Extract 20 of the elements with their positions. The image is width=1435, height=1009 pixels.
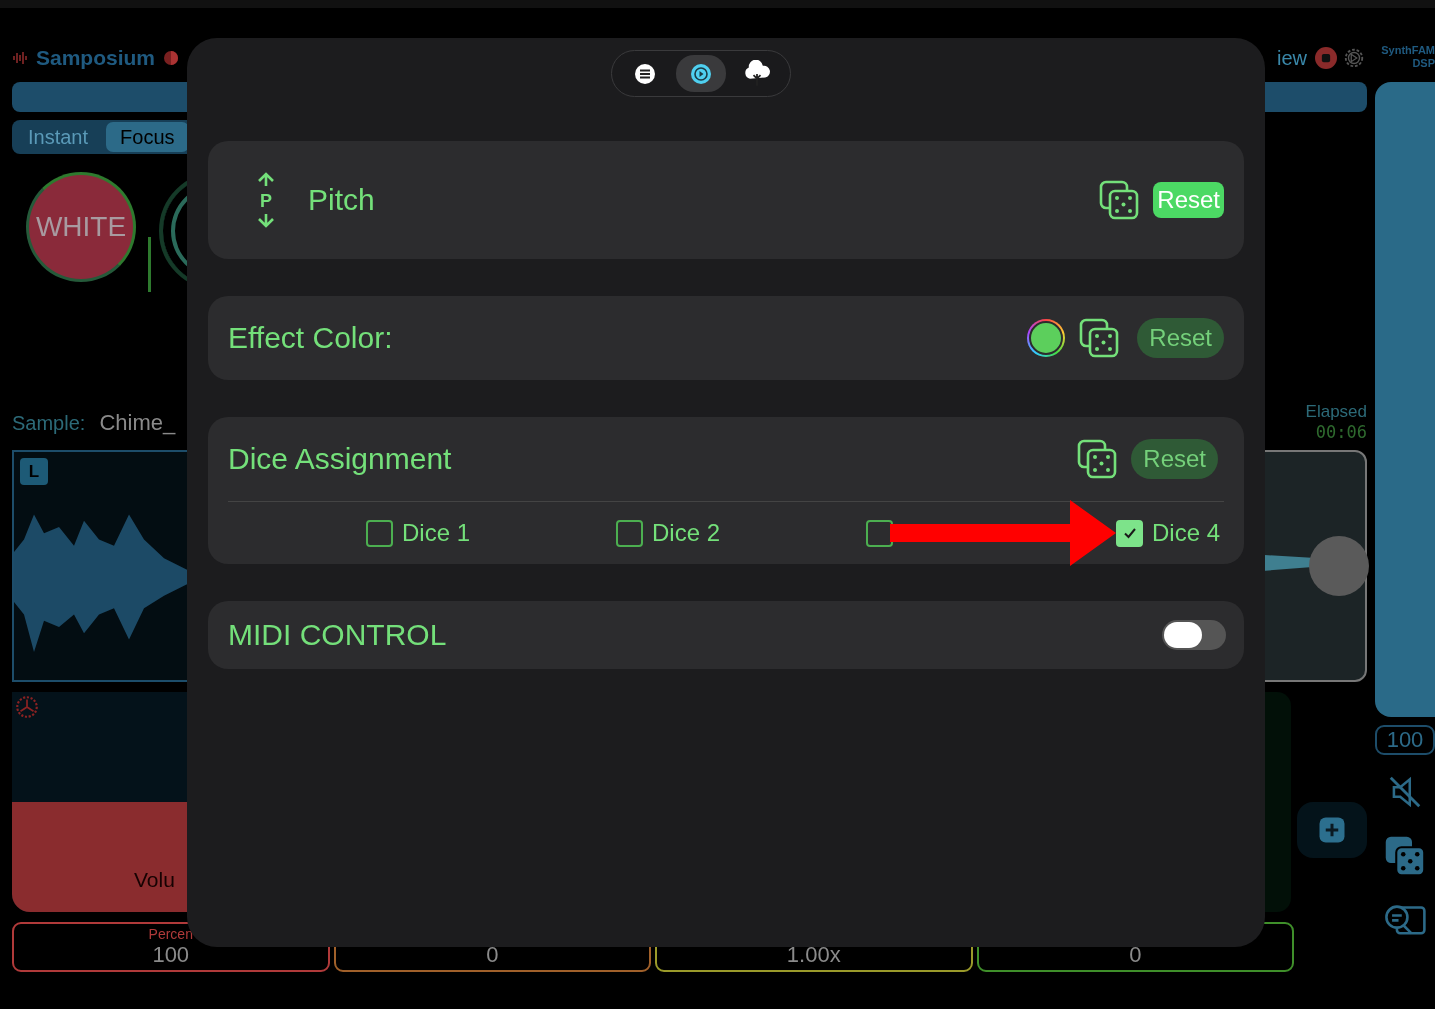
field-value: 0 xyxy=(1129,942,1142,968)
app-title: Samposium xyxy=(36,46,156,70)
midi-control-label: MIDI CONTROL xyxy=(228,618,447,652)
brand-text: DSP xyxy=(1412,57,1435,70)
checkbox-label: Dice 1 xyxy=(402,519,471,547)
sample-name: Chime_ xyxy=(99,410,176,436)
field-value: 0 xyxy=(486,942,499,968)
elapsed-label: Elapsed xyxy=(1305,402,1367,422)
brand-text: SynthFAM xyxy=(1381,44,1435,57)
effect-color-label: Effect Color: xyxy=(228,321,393,355)
sample-label: Sample: xyxy=(12,412,86,435)
checkbox-label: Dice 4 xyxy=(1152,519,1221,547)
checkbox-label: Dice 2 xyxy=(652,519,721,547)
elapsed-time: 00:06 xyxy=(1315,422,1367,442)
field-value: 1.00x xyxy=(786,942,841,968)
field-caption: Percen xyxy=(148,926,193,942)
dice-assignment-label: Dice Assignment xyxy=(228,442,452,476)
volume-label: Volu xyxy=(134,868,175,892)
pitch-label: Pitch xyxy=(308,183,375,217)
field-value: 100 xyxy=(152,942,190,968)
